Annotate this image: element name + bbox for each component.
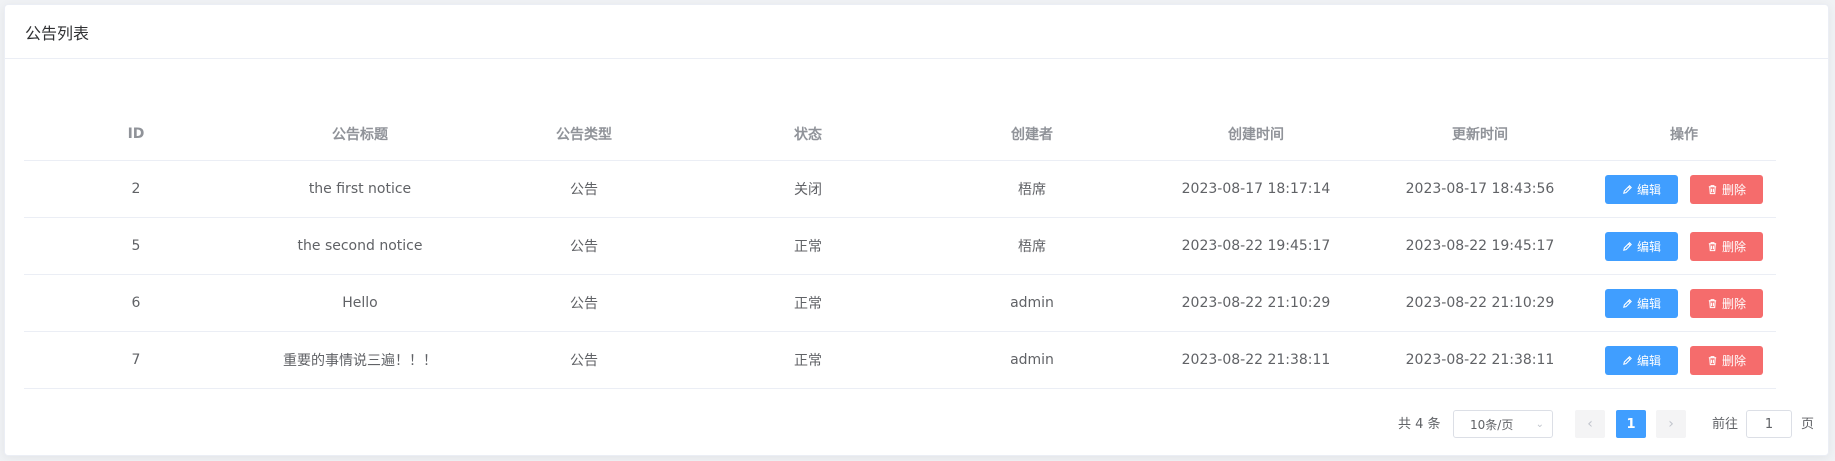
pencil-icon: [1622, 355, 1633, 366]
edit-button[interactable]: 编辑: [1605, 174, 1678, 204]
column-header-id: ID: [127, 126, 145, 142]
pagination: 共 4 条 10条/页 ⌄ ‹ 1 › 前往 1 页: [5, 410, 1828, 440]
cell-status: 关闭: [794, 182, 822, 198]
delete-button[interactable]: 删除: [1690, 345, 1763, 375]
card-header: 公告列表: [5, 5, 1828, 59]
column-header-creator: 创建者: [1011, 127, 1053, 143]
edit-button-label: 编辑: [1636, 296, 1661, 311]
edit-button-label: 编辑: [1636, 182, 1661, 197]
cell-updated: 2023-08-22 19:45:17: [1405, 238, 1555, 254]
edit-button-label: 编辑: [1636, 239, 1661, 254]
chevron-left-icon: ‹: [1587, 416, 1593, 432]
cell-status: 正常: [794, 296, 822, 312]
cell-created: 2023-08-22 21:38:11: [1181, 352, 1331, 368]
table-row: 5 the second notice 公告 正常 梧席 2023-08-22 19:45…: [24, 218, 1776, 275]
cell-type: 公告: [570, 239, 598, 255]
page-number-button[interactable]: 1: [1616, 410, 1646, 438]
cell-actions: 编辑 删除: [1592, 345, 1776, 375]
delete-button[interactable]: 删除: [1690, 288, 1763, 318]
edit-button-label: 编辑: [1636, 353, 1661, 368]
cell-created: 2023-08-17 18:17:14: [1181, 181, 1331, 197]
cell-title: Hello: [342, 295, 378, 311]
cell-status: 正常: [794, 239, 822, 255]
notice-list-card: 公告列表 ID 公告标题 公告类型 状态 创建者 创建时间 更新时间 操作 2 t…: [4, 4, 1829, 456]
table-header-row: ID 公告标题 公告类型 状态 创建者 创建时间 更新时间 操作: [24, 108, 1776, 161]
chevron-right-icon: ›: [1668, 416, 1674, 432]
column-header-type: 公告类型: [556, 127, 612, 143]
cell-type: 公告: [570, 296, 598, 312]
cell-actions: 编辑 删除: [1592, 231, 1776, 261]
page-size-select[interactable]: 10条/页 ⌄: [1453, 410, 1553, 438]
trash-icon: [1707, 355, 1718, 366]
column-header-updated: 更新时间: [1452, 127, 1508, 143]
cell-updated: 2023-08-22 21:10:29: [1405, 295, 1555, 311]
chevron-down-icon: ⌄: [1535, 418, 1544, 430]
pencil-icon: [1622, 241, 1633, 252]
cell-created: 2023-08-22 21:10:29: [1181, 295, 1331, 311]
card-title: 公告列表: [25, 23, 90, 43]
next-page-button[interactable]: ›: [1656, 410, 1686, 438]
notice-table: ID 公告标题 公告类型 状态 创建者 创建时间 更新时间 操作 2 the fi…: [24, 108, 1776, 389]
delete-button-label: 删除: [1721, 353, 1746, 368]
column-header-actions: 操作: [1670, 127, 1698, 143]
delete-button-label: 删除: [1721, 296, 1746, 311]
cell-status: 正常: [794, 353, 822, 369]
column-header-title: 公告标题: [332, 127, 388, 143]
cell-type: 公告: [570, 182, 598, 198]
column-header-created: 创建时间: [1228, 127, 1284, 143]
cell-title: the second notice: [297, 238, 423, 254]
cell-id: 2: [131, 181, 141, 197]
edit-button[interactable]: 编辑: [1605, 345, 1678, 375]
delete-button[interactable]: 删除: [1690, 174, 1763, 204]
cell-actions: 编辑 删除: [1592, 288, 1776, 318]
cell-title: the first notice: [308, 181, 412, 197]
goto-suffix: 页: [1801, 417, 1815, 432]
goto-page-input[interactable]: 1: [1746, 410, 1792, 438]
table-body: 2 the first notice 公告 关闭 梧席 2023-08-17 18:17:…: [24, 161, 1776, 389]
cell-actions: 编辑 删除: [1592, 174, 1776, 204]
edit-button[interactable]: 编辑: [1605, 288, 1678, 318]
trash-icon: [1707, 184, 1718, 195]
cell-creator: 梧席: [1018, 182, 1046, 198]
cell-creator: 梧席: [1018, 239, 1046, 255]
delete-button-label: 删除: [1721, 239, 1746, 254]
cell-updated: 2023-08-22 21:38:11: [1405, 352, 1555, 368]
cell-title: 重要的事情说三遍！！！: [283, 353, 437, 369]
table-row: 6 Hello 公告 正常 admin 2023-08-22 21:10:29 2023-0…: [24, 275, 1776, 332]
cell-id: 6: [131, 295, 141, 311]
cell-updated: 2023-08-17 18:43:56: [1405, 181, 1555, 197]
trash-icon: [1707, 241, 1718, 252]
cell-type: 公告: [570, 353, 598, 369]
column-header-status: 状态: [794, 127, 822, 143]
cell-creator: admin: [1010, 352, 1054, 368]
table-row: 2 the first notice 公告 关闭 梧席 2023-08-17 18:17:…: [24, 161, 1776, 218]
edit-button[interactable]: 编辑: [1605, 231, 1678, 261]
table-row: 7 重要的事情说三遍！！！ 公告 正常 admin 2023-08-22 21:38:11…: [24, 332, 1776, 389]
pencil-icon: [1622, 298, 1633, 309]
prev-page-button[interactable]: ‹: [1575, 410, 1605, 438]
delete-button-label: 删除: [1721, 182, 1746, 197]
pencil-icon: [1622, 184, 1633, 195]
page-size-value: 10条/页: [1470, 417, 1514, 432]
pagination-total: 共 4 条: [1398, 417, 1441, 432]
cell-id: 7: [131, 352, 141, 368]
cell-created: 2023-08-22 19:45:17: [1181, 238, 1331, 254]
trash-icon: [1707, 298, 1718, 309]
goto-label: 前往: [1712, 417, 1739, 432]
cell-id: 5: [131, 238, 141, 254]
cell-creator: admin: [1010, 295, 1054, 311]
delete-button[interactable]: 删除: [1690, 231, 1763, 261]
